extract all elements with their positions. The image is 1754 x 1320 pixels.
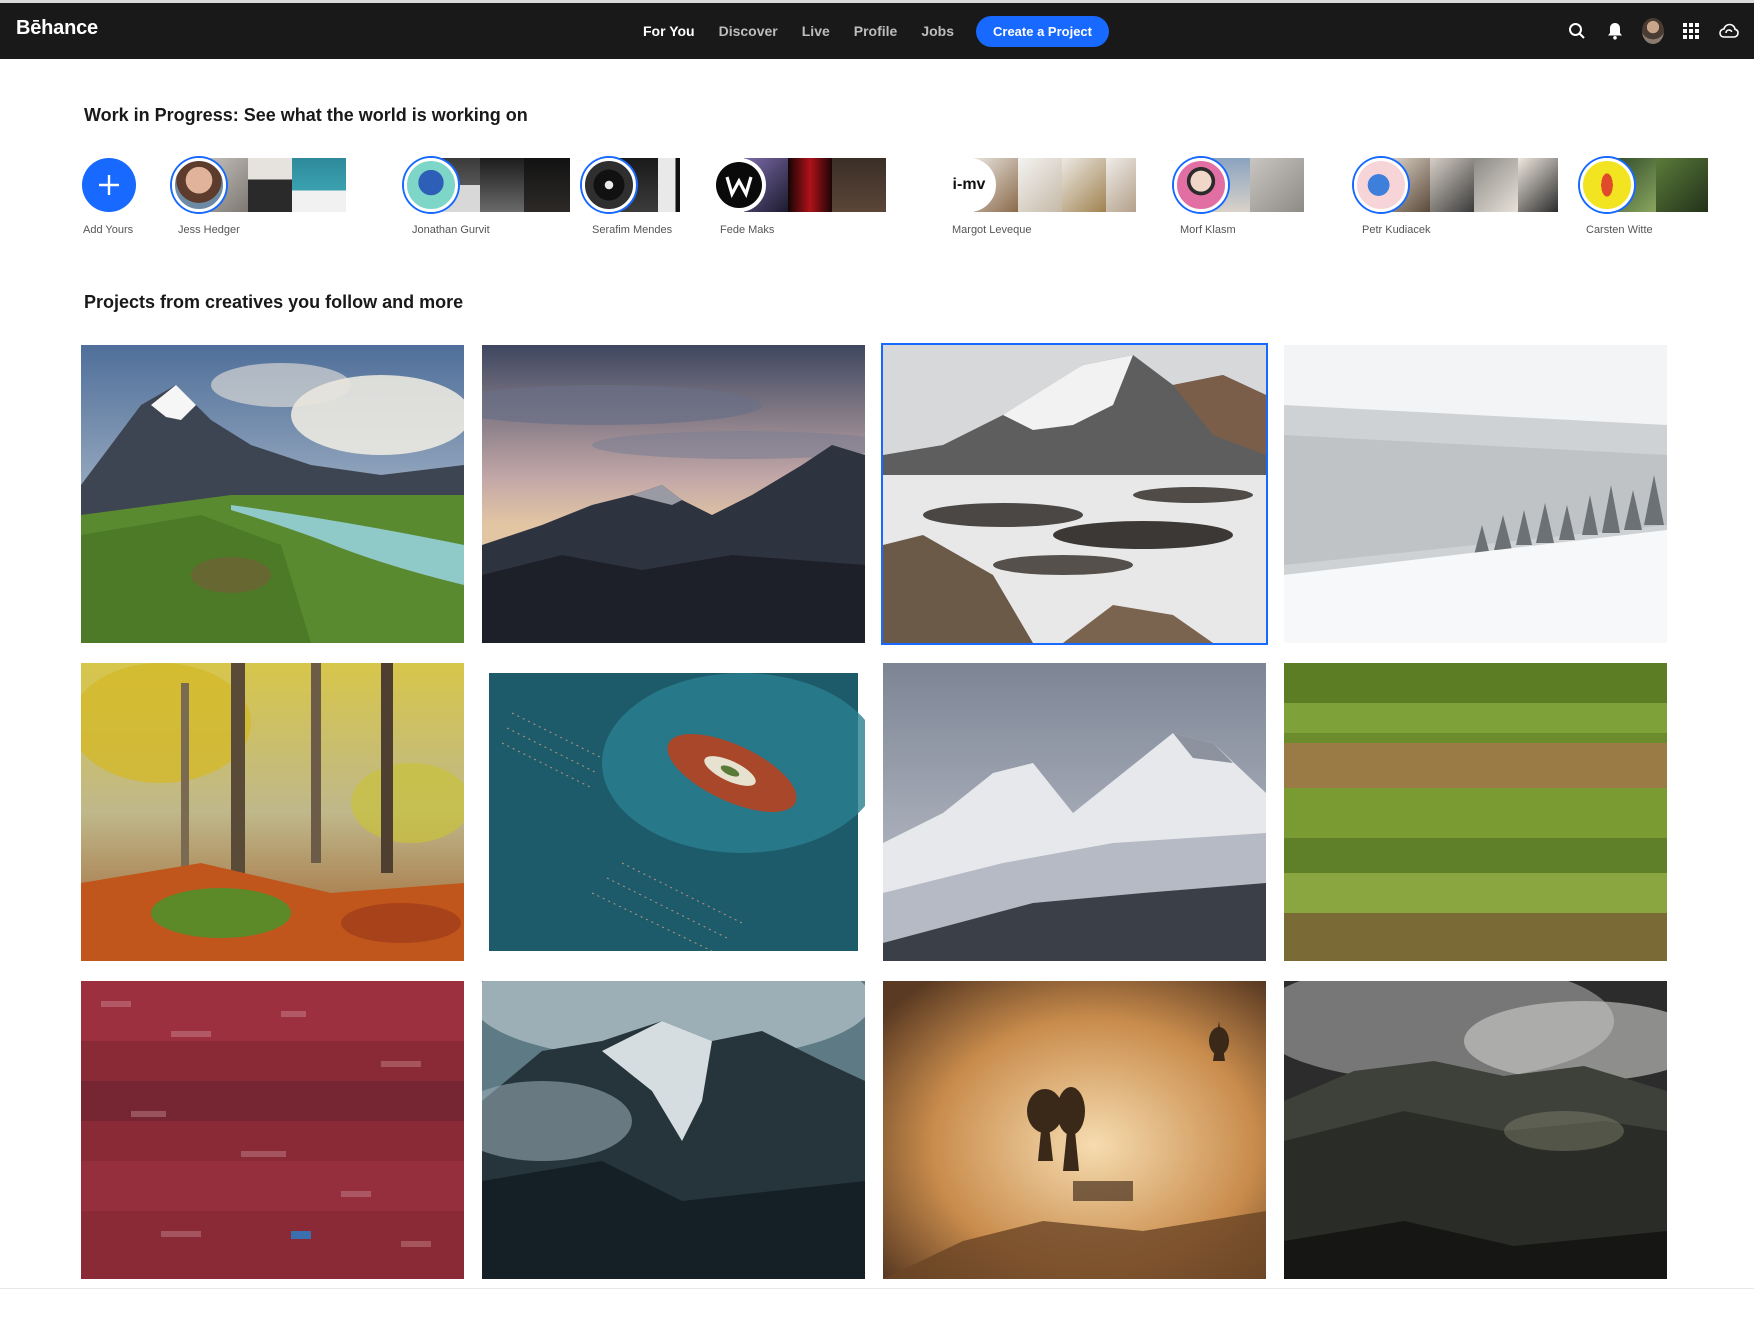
behance-logo[interactable]: Bēhance bbox=[16, 17, 98, 40]
search-icon[interactable] bbox=[1566, 20, 1588, 42]
wip-person-name: Petr Kudiacek bbox=[1362, 224, 1431, 236]
wip-thumbs bbox=[974, 158, 1136, 212]
create-project-button[interactable]: Create a Project bbox=[976, 16, 1109, 47]
nav-for-you[interactable]: For You bbox=[643, 23, 695, 39]
creative-cloud-icon[interactable] bbox=[1718, 20, 1740, 42]
plus-icon[interactable] bbox=[82, 158, 136, 212]
project-card-golden-fog[interactable] bbox=[883, 981, 1266, 1279]
wip-person-name: Fede Maks bbox=[720, 224, 775, 236]
avatar[interactable] bbox=[172, 158, 226, 212]
wip-person-name: Jess Hedger bbox=[178, 224, 240, 236]
avatar[interactable] bbox=[1174, 158, 1228, 212]
wip-person-name: Margot Leveque bbox=[952, 224, 1032, 236]
avatar[interactable] bbox=[712, 158, 766, 212]
wip-thumbs bbox=[1386, 158, 1558, 212]
nav-jobs[interactable]: Jobs bbox=[921, 23, 954, 39]
project-card-aerial-fields[interactable] bbox=[1284, 663, 1667, 961]
project-card-autumn-forest[interactable] bbox=[81, 663, 464, 961]
project-card-aerial-island[interactable] bbox=[482, 663, 865, 961]
project-card-dark-mountains[interactable] bbox=[1284, 981, 1667, 1279]
avatar[interactable] bbox=[1354, 158, 1408, 212]
top-navbar: Bēhance For You Discover Live Profile Jo… bbox=[0, 3, 1754, 59]
nav-live[interactable]: Live bbox=[802, 23, 830, 39]
wip-carousel: Add Yours Jess Hedger Jonathan Gurvit Se… bbox=[82, 158, 1752, 238]
bell-icon[interactable] bbox=[1604, 20, 1626, 42]
avatar[interactable] bbox=[404, 158, 458, 212]
avatar[interactable] bbox=[1580, 158, 1634, 212]
page-bottom-divider bbox=[0, 1288, 1754, 1289]
project-card-red-village[interactable] bbox=[81, 981, 464, 1279]
projects-section-title: Projects from creatives you follow and m… bbox=[84, 292, 464, 312]
nav-profile[interactable]: Profile bbox=[854, 23, 898, 39]
wip-person-name: Carsten Witte bbox=[1586, 224, 1653, 236]
wip-person-name: Serafim Mendes bbox=[592, 224, 673, 236]
avatar[interactable]: i-mv bbox=[942, 158, 996, 212]
main-nav: For You Discover Live Profile Jobs bbox=[643, 3, 978, 59]
wip-person-name: Jonathan Gurvit bbox=[412, 224, 490, 236]
project-card-snowy-glacier-lake[interactable] bbox=[883, 345, 1266, 643]
avatar[interactable] bbox=[582, 158, 636, 212]
wip-add-label: Add Yours bbox=[83, 224, 134, 236]
project-card-misty-peak[interactable] bbox=[482, 981, 865, 1279]
project-card-jagged-peaks[interactable] bbox=[482, 345, 865, 643]
apps-grid-icon[interactable] bbox=[1680, 20, 1702, 42]
nav-icon-group bbox=[1550, 3, 1740, 59]
project-card-mountain-lake[interactable] bbox=[81, 345, 464, 643]
avatar[interactable] bbox=[1642, 18, 1664, 44]
wip-person-name: Morf Klasm bbox=[1180, 224, 1236, 236]
project-card-snowy-forest[interactable] bbox=[1284, 345, 1667, 643]
wip-section-title: Work in Progress: See what the world is … bbox=[84, 105, 528, 125]
project-card-snowy-ridge[interactable] bbox=[883, 663, 1266, 961]
wip-logo-text: i-mv bbox=[952, 176, 986, 193]
nav-discover[interactable]: Discover bbox=[719, 23, 778, 39]
